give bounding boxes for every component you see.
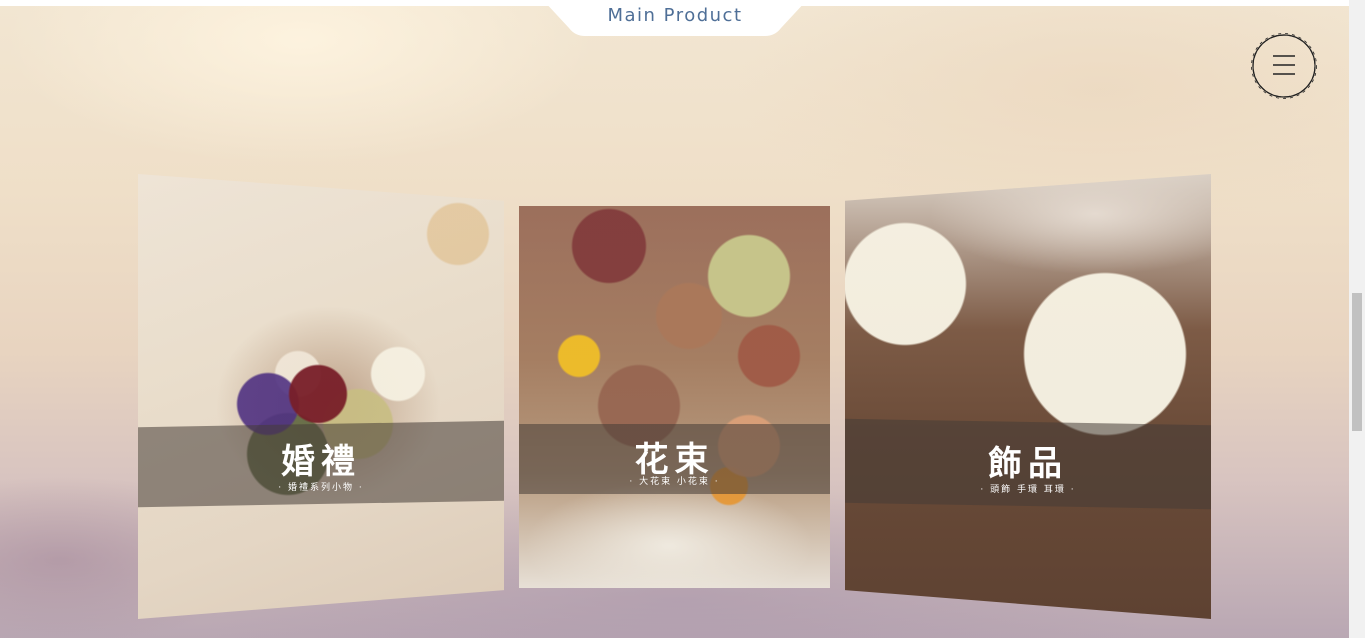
- product-card-accessories[interactable]: 飾品 · 頭飾 手環 耳環 ·: [845, 174, 1211, 619]
- menu-button[interactable]: [1249, 31, 1319, 101]
- section-tab: Main Product: [543, 0, 807, 37]
- card-subtitle: · 大花束 小花束 ·: [629, 477, 720, 487]
- section-title: Main Product: [607, 5, 743, 26]
- page: Main Product 婚禮 · 婚禮系列小物 · 花束 · 大花束 小花束 …: [0, 0, 1365, 638]
- card-subtitle: · 婚禮系列小物 ·: [278, 483, 364, 493]
- card-title: 飾品: [988, 444, 1068, 484]
- vertical-scrollbar[interactable]: [1349, 0, 1365, 638]
- hamburger-menu-icon: [1251, 33, 1317, 99]
- product-card-bouquet[interactable]: 花束 · 大花束 小花束 ·: [519, 206, 830, 588]
- product-card-wedding[interactable]: 婚禮 · 婚禮系列小物 ·: [138, 174, 504, 619]
- card-title: 婚禮: [281, 442, 361, 482]
- card-subtitle: · 頭飾 手環 耳環 ·: [980, 485, 1076, 495]
- scrollbar-thumb[interactable]: [1352, 293, 1362, 431]
